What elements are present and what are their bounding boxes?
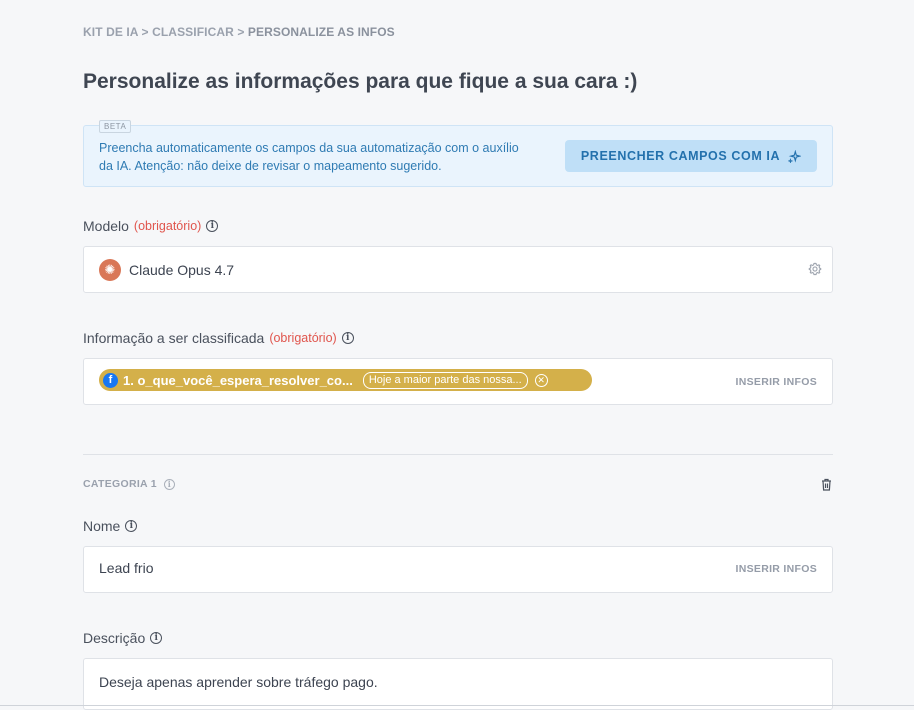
info-classified-required-text: (obrigatório) [269,331,337,345]
category-name-label: Nome i [83,518,138,534]
trash-icon[interactable] [821,478,832,491]
breadcrumb-separator: > [233,25,248,39]
category-name-input[interactable]: Lead frio INSERIR INFOS [83,546,833,593]
gear-icon[interactable] [808,262,822,276]
breadcrumb-item-classificar[interactable]: CLASSIFICAR [152,25,234,39]
sparkles-icon [788,149,802,163]
info-icon[interactable]: i [125,520,138,532]
category-description-input[interactable]: Deseja apenas aprender sobre tráfego pag… [83,658,833,710]
variable-tag-label: 1. o_que_você_espera_resolver_co... [123,372,353,388]
model-label: Modelo (obrigatório) i [83,218,219,234]
breadcrumb-separator: > [138,25,153,39]
info-icon[interactable]: i [163,478,175,490]
insert-info-button[interactable]: INSERIR INFOS [736,563,818,575]
breadcrumb-item-current: PERSONALIZE AS INFOS [247,25,395,39]
insert-info-button[interactable]: INSERIR INFOS [736,376,818,388]
fill-fields-with-ai-label: PREENCHER CAMPOS COM IA [580,149,781,163]
model-required-text: (obrigatório) [133,219,202,233]
facebook-icon: f [103,372,118,388]
page-title: Personalize as informações para que fiqu… [83,70,638,93]
breadcrumb-item-kit-de-ia[interactable]: KIT DE IA [83,25,138,39]
info-classified-field[interactable]: f 1. o_que_você_espera_resolver_co... Ho… [83,358,833,405]
beta-badge: BETA [99,120,132,133]
variable-tag-value: Hoje a maior parte das nossa... [362,371,528,389]
close-icon[interactable]: ✕ [534,373,548,387]
category-title: CATEGORIA 1 i [83,478,175,490]
category-description-label: Descrição i [83,630,163,646]
breadcrumb: KIT DE IA > CLASSIFICAR > PERSONALIZE AS… [83,25,395,39]
info-icon[interactable]: i [206,220,219,232]
ai-fill-banner: BETA Preencha automaticamente os campos … [83,120,833,187]
model-label-text: Modelo [83,218,129,234]
info-icon[interactable]: i [150,632,163,644]
category-name-label-text: Nome [83,518,121,534]
section-divider [83,454,833,455]
category-name-value: Lead frio [99,560,154,576]
info-classified-label: Informação a ser classificada (obrigatór… [83,330,354,346]
fill-fields-with-ai-button[interactable]: PREENCHER CAMPOS COM IA [565,140,817,172]
model-name: Claude Opus 4.7 [129,262,235,278]
ai-fill-description: Preencha automaticamente os campos da su… [99,141,519,173]
info-classified-label-text: Informação a ser classificada [83,330,265,346]
category-description-label-text: Descrição [83,630,146,646]
variable-tag[interactable]: f 1. o_que_você_espera_resolver_co... Ho… [99,369,592,391]
category-description-value: Deseja apenas aprender sobre tráfego pag… [99,674,378,690]
info-icon[interactable]: i [341,332,354,344]
claude-logo-icon: ✺ [99,259,121,281]
model-select[interactable]: ✺ Claude Opus 4.7 [83,246,833,293]
category-title-text: CATEGORIA 1 [83,478,157,490]
